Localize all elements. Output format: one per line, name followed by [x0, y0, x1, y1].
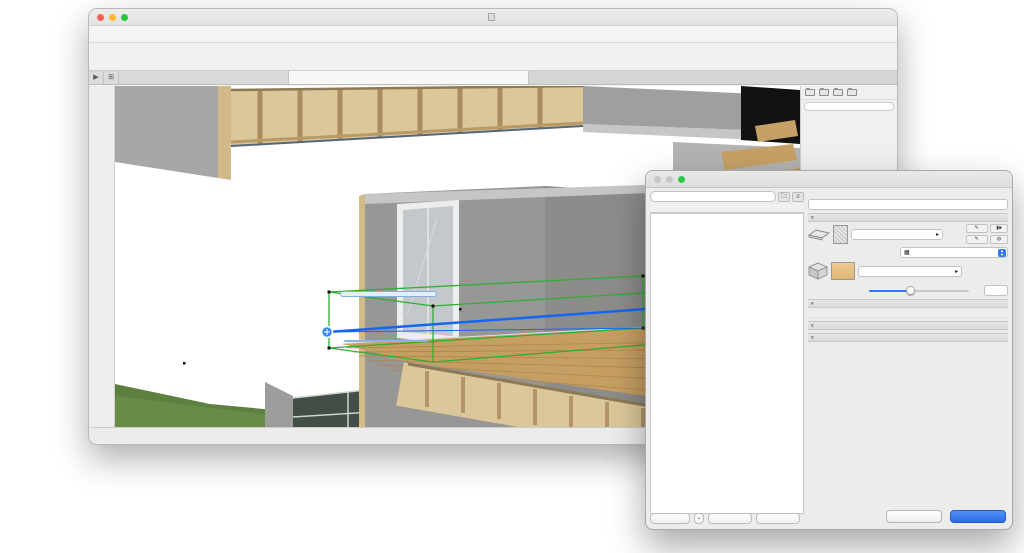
materials-list-panel: 🗀 ≡ ⌄	[650, 191, 804, 525]
toolbox-palette	[89, 86, 115, 427]
section-id-categories[interactable]: ▾	[808, 321, 1008, 330]
pen-icon: ✎	[974, 237, 978, 242]
tab-stueplan[interactable]	[119, 71, 289, 84]
pen-icon: ✎	[974, 226, 978, 231]
window-titlebar[interactable]	[89, 9, 897, 26]
dialog-zoom-button[interactable]	[678, 176, 685, 183]
project-map-search-input[interactable]	[804, 102, 894, 111]
classifications-header	[808, 308, 1008, 318]
slider-knob	[906, 286, 915, 295]
fill-orientation-select[interactable]: ▦ ▲▼	[900, 247, 1008, 258]
cut-fill-select[interactable]: ▸	[851, 229, 943, 240]
section-structure-appearance[interactable]: ▾	[808, 213, 1008, 222]
arrow-tab-icon[interactable]: ▶	[89, 72, 104, 84]
new-folder-icon[interactable]: 🗀	[778, 192, 790, 202]
surface-swatch[interactable]	[831, 262, 855, 280]
ok-button[interactable]	[950, 510, 1006, 523]
background-pen-button[interactable]: ✎	[966, 235, 988, 244]
dialog-close-button[interactable]	[654, 176, 661, 183]
info-box-toolbar	[89, 43, 897, 71]
grid-tab-icon[interactable]: ⊞	[104, 72, 119, 84]
delete-button[interactable]	[756, 513, 800, 524]
materials-search-input[interactable]	[650, 191, 776, 202]
bulb-button[interactable]: ◍	[990, 235, 1008, 244]
dialog-minimize-button[interactable]	[666, 176, 673, 183]
select-stepper-icon: ▲▼	[998, 249, 1006, 257]
section-physical-properties[interactable]: ▾	[808, 333, 1008, 342]
fill-pattern-swatch[interactable]	[833, 225, 848, 244]
intersection-priority-value[interactable]	[984, 285, 1008, 296]
list-view-icon[interactable]: ≡	[792, 192, 804, 202]
building-materials-dialog: 🗀 ≡ ⌄ ▾ ▸ ✎	[645, 170, 1013, 530]
section-classification-properties[interactable]: ▾	[808, 299, 1008, 308]
window-title	[89, 12, 897, 22]
publisher-icon[interactable]	[847, 89, 857, 96]
fill-background-button[interactable]: ▮■	[990, 224, 1008, 233]
material-properties-panel: ▾ ▸ ✎ ▮■ ✎ ◍ ▦ ▲▼	[808, 191, 1008, 525]
layout-book-icon[interactable]	[833, 89, 843, 96]
upper-left-wall	[115, 86, 218, 178]
tab-bar: ▶ ⊞	[89, 71, 897, 85]
new-material-button[interactable]	[650, 513, 690, 524]
surface-cube-icon	[808, 262, 828, 280]
tab-3d-all[interactable]	[289, 71, 529, 84]
materials-list	[650, 213, 804, 514]
origin-icon: ▦	[904, 250, 909, 256]
intersection-priority-slider[interactable]	[869, 286, 969, 296]
slab-info-tooltip	[340, 291, 437, 297]
slab-preview-icon	[808, 227, 830, 241]
dialog-titlebar[interactable]	[646, 171, 1012, 188]
project-map-icon[interactable]	[805, 89, 815, 96]
cancel-button[interactable]	[886, 510, 942, 523]
cut-fill-pen-button[interactable]: ✎	[966, 224, 988, 233]
surface-select[interactable]: ▸	[858, 266, 962, 277]
rename-button[interactable]	[708, 513, 752, 524]
view-map-icon[interactable]	[819, 89, 829, 96]
coordinate-tracker[interactable]	[344, 340, 428, 342]
material-name-field[interactable]	[808, 199, 1008, 210]
toolbar-icon-row	[89, 26, 897, 43]
new-material-dropdown[interactable]: ⌄	[694, 513, 704, 524]
document-icon	[488, 13, 495, 21]
materials-list-header[interactable]	[650, 204, 804, 213]
